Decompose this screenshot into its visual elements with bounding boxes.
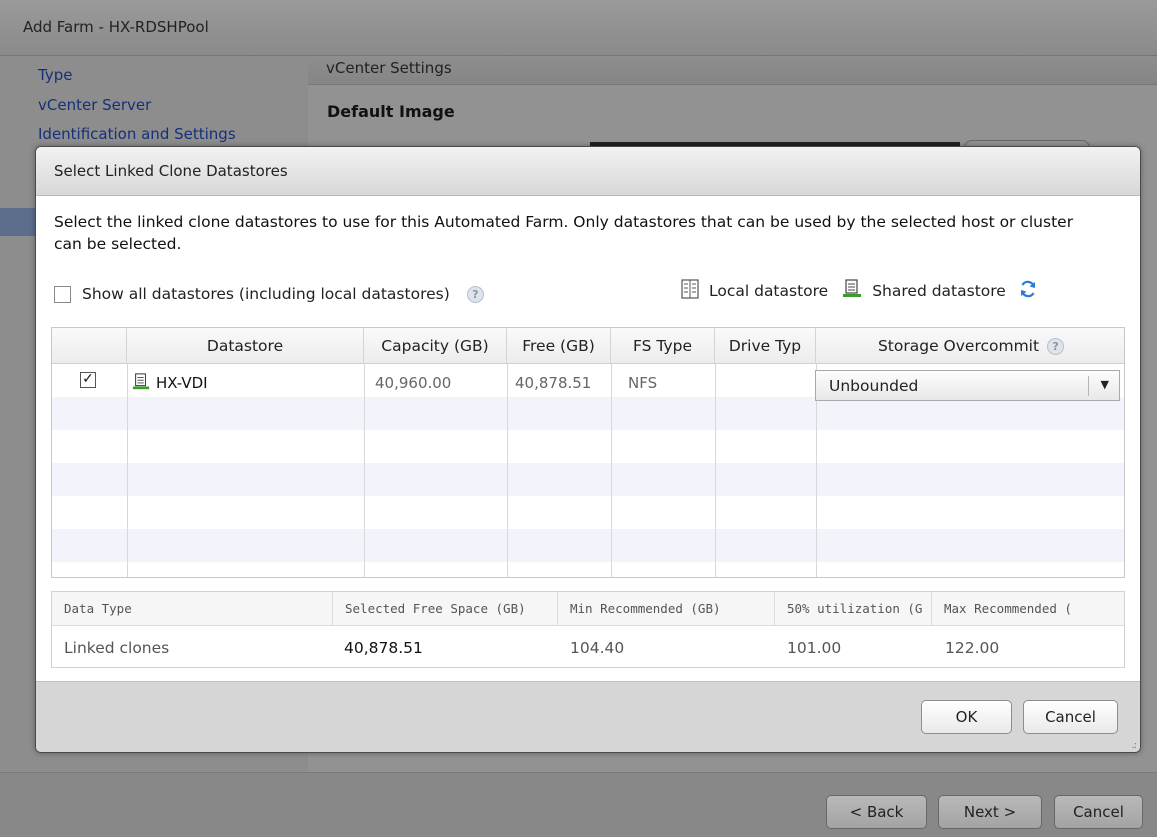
summary-header-50-utilization: 50% utilization (G [775, 592, 932, 626]
nav-item-vcenter-server[interactable]: vCenter Server [38, 96, 151, 114]
column-divider [507, 364, 508, 577]
summary-table-header: Data Type Selected Free Space (GB) Min R… [52, 592, 1124, 626]
summary-header-data-type: Data Type [52, 592, 333, 626]
wizard-cancel-button[interactable]: Cancel [1054, 795, 1143, 829]
header-free[interactable]: Free (GB) [507, 328, 611, 364]
next-button[interactable]: Next > [938, 795, 1042, 829]
show-all-label: Show all datastores (including local dat… [82, 285, 450, 303]
summary-table: Data Type Selected Free Space (GB) Min R… [51, 591, 1125, 668]
dialog-title: Select Linked Clone Datastores [36, 147, 1140, 196]
nav-item-type[interactable]: Type [38, 66, 72, 84]
datastore-name: HX-VDI [156, 374, 208, 392]
summary-min-recommended: 104.40 [570, 639, 625, 657]
fs-type-cell: NFS [628, 374, 658, 392]
header-datastore[interactable]: Datastore [127, 328, 364, 364]
local-datastore-icon [681, 279, 699, 303]
wizard-footer: < Back Next > Cancel [0, 772, 1157, 837]
legend-shared-label: Shared datastore [872, 282, 1006, 300]
show-all-checkbox[interactable] [54, 285, 71, 303]
window-title: Add Farm - HX-RDSHPool [0, 0, 1157, 56]
summary-header-min-recommended: Min Recommended (GB) [558, 592, 775, 626]
summary-data-type: Linked clones [64, 639, 170, 657]
header-select [52, 328, 127, 364]
dialog-description: Select the linked clone datastores to us… [54, 213, 1074, 253]
select-divider [1088, 376, 1089, 396]
back-button[interactable]: < Back [826, 795, 927, 829]
dialog-cancel-button[interactable]: Cancel [1023, 700, 1118, 734]
capacity-cell: 40,960.00 [375, 374, 452, 392]
legend-local-label: Local datastore [709, 282, 829, 300]
summary-header-max-recommended: Max Recommended ( [944, 601, 1072, 616]
shared-datastore-icon [132, 373, 150, 390]
row-select-checkbox[interactable]: ✓ [80, 372, 96, 388]
header-fs-type[interactable]: FS Type [611, 328, 715, 364]
table-row-empty [52, 496, 1124, 529]
chevron-down-icon[interactable]: ▼ [1101, 378, 1109, 391]
summary-50-utilization: 101.00 [787, 639, 842, 657]
storage-overcommit-select[interactable]: Unbounded ▼ [815, 370, 1120, 401]
help-icon[interactable]: ? [466, 285, 484, 303]
table-row-empty [52, 397, 1124, 430]
summary-selected-free: 40,878.51 [344, 639, 423, 657]
header-drive-type[interactable]: Drive Typ [715, 328, 816, 364]
header-storage-overcommit[interactable]: Storage Overcommit ? [816, 328, 1124, 364]
select-datastores-dialog: Select Linked Clone Datastores Select th… [35, 146, 1141, 753]
shared-datastore-icon [842, 279, 862, 303]
free-cell: 40,878.51 [515, 374, 592, 392]
table-row-empty [52, 562, 1124, 577]
nav-item-identification-settings[interactable]: Identification and Settings [38, 125, 236, 143]
column-divider [715, 364, 716, 577]
summary-max-recommended: 122.00 [945, 639, 1000, 657]
datastore-cell: HX-VDI [132, 373, 208, 392]
show-all-row: Show all datastores (including local dat… [54, 285, 484, 303]
table-row-empty [52, 463, 1124, 496]
default-image-label: Default Image [327, 102, 455, 121]
datastore-legend: Local datastore Shared datastore [681, 279, 1038, 303]
column-divider [127, 364, 128, 577]
dialog-footer: OK Cancel .: [36, 681, 1140, 752]
table-row-empty [52, 430, 1124, 463]
column-divider [364, 364, 365, 577]
header-capacity[interactable]: Capacity (GB) [364, 328, 507, 364]
ok-button[interactable]: OK [921, 700, 1012, 734]
column-divider [611, 364, 612, 577]
summary-header-selected-free: Selected Free Space (GB) [333, 592, 558, 626]
overcommit-help-icon[interactable]: ? [1047, 338, 1065, 355]
refresh-icon[interactable] [1018, 279, 1038, 303]
datastore-table-header: Datastore Capacity (GB) Free (GB) FS Typ… [52, 328, 1124, 364]
storage-overcommit-value: Unbounded [829, 377, 919, 395]
resize-grip-icon[interactable]: .: [1131, 740, 1136, 751]
datastore-table: Datastore Capacity (GB) Free (GB) FS Typ… [51, 327, 1125, 578]
table-row-empty [52, 529, 1124, 562]
section-title: vCenter Settings [308, 56, 1157, 85]
header-storage-overcommit-label: Storage Overcommit [877, 337, 1040, 355]
